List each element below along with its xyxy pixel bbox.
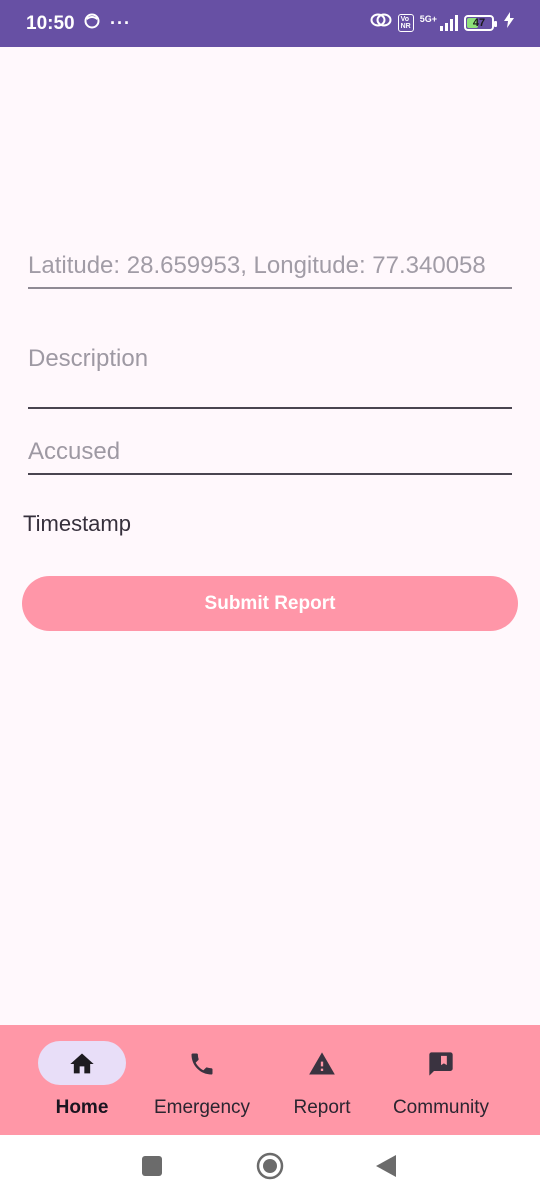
- status-time: 10:50: [26, 13, 75, 34]
- home-icon: [68, 1050, 96, 1078]
- nav-label-report: Report: [293, 1097, 351, 1118]
- nav-label-emergency: Emergency: [153, 1097, 251, 1118]
- submit-report-button[interactable]: Submit Report: [22, 576, 518, 631]
- location-field[interactable]: Latitude: 28.659953, Longitude: 77.34005…: [28, 252, 512, 290]
- signal-icon: 5G+: [419, 13, 458, 31]
- notification-icon: [84, 13, 100, 34]
- nav-item-community[interactable]: Community: [376, 1025, 506, 1135]
- accused-field[interactable]: [28, 438, 512, 476]
- timestamp-label[interactable]: Timestamp: [23, 511, 131, 537]
- feedback-icon: [427, 1050, 455, 1078]
- description-underline: [28, 407, 512, 409]
- nav-item-emergency[interactable]: Emergency: [137, 1025, 267, 1135]
- accused-input[interactable]: [28, 438, 512, 466]
- description-field[interactable]: [28, 345, 512, 410]
- nav-label-community: Community: [392, 1097, 490, 1118]
- nav-item-home[interactable]: Home: [17, 1025, 147, 1135]
- status-bar: 10:50 ··· Vo NR 5G+ 47: [0, 0, 540, 47]
- phone-icon: [188, 1050, 216, 1078]
- more-dots-icon: ···: [110, 13, 131, 33]
- status-left-icons: ···: [84, 13, 131, 34]
- charging-icon: [504, 12, 514, 33]
- nav-item-report[interactable]: Report: [257, 1025, 387, 1135]
- volte-icon: Vo NR: [397, 13, 414, 32]
- location-text: Latitude: 28.659953, Longitude: 77.34005…: [28, 252, 486, 279]
- accused-underline: [28, 473, 512, 475]
- back-triangle-icon[interactable]: [376, 1155, 396, 1182]
- battery-level: 47: [472, 16, 486, 29]
- status-right-icons: Vo NR 5G+ 47: [370, 12, 514, 33]
- home-circle-icon[interactable]: [256, 1152, 284, 1185]
- system-navigation-bar: [0, 1135, 540, 1200]
- network-type-label: 5G+: [419, 13, 437, 24]
- battery-icon: 47: [464, 14, 497, 31]
- location-underline: [28, 287, 512, 289]
- bottom-navigation: Home Emergency Report Community: [0, 1025, 540, 1135]
- description-input[interactable]: [28, 345, 512, 373]
- link-icon: [370, 12, 392, 33]
- recents-square-icon[interactable]: [142, 1156, 162, 1181]
- nav-label-home: Home: [55, 1097, 109, 1118]
- warning-icon: [308, 1050, 336, 1078]
